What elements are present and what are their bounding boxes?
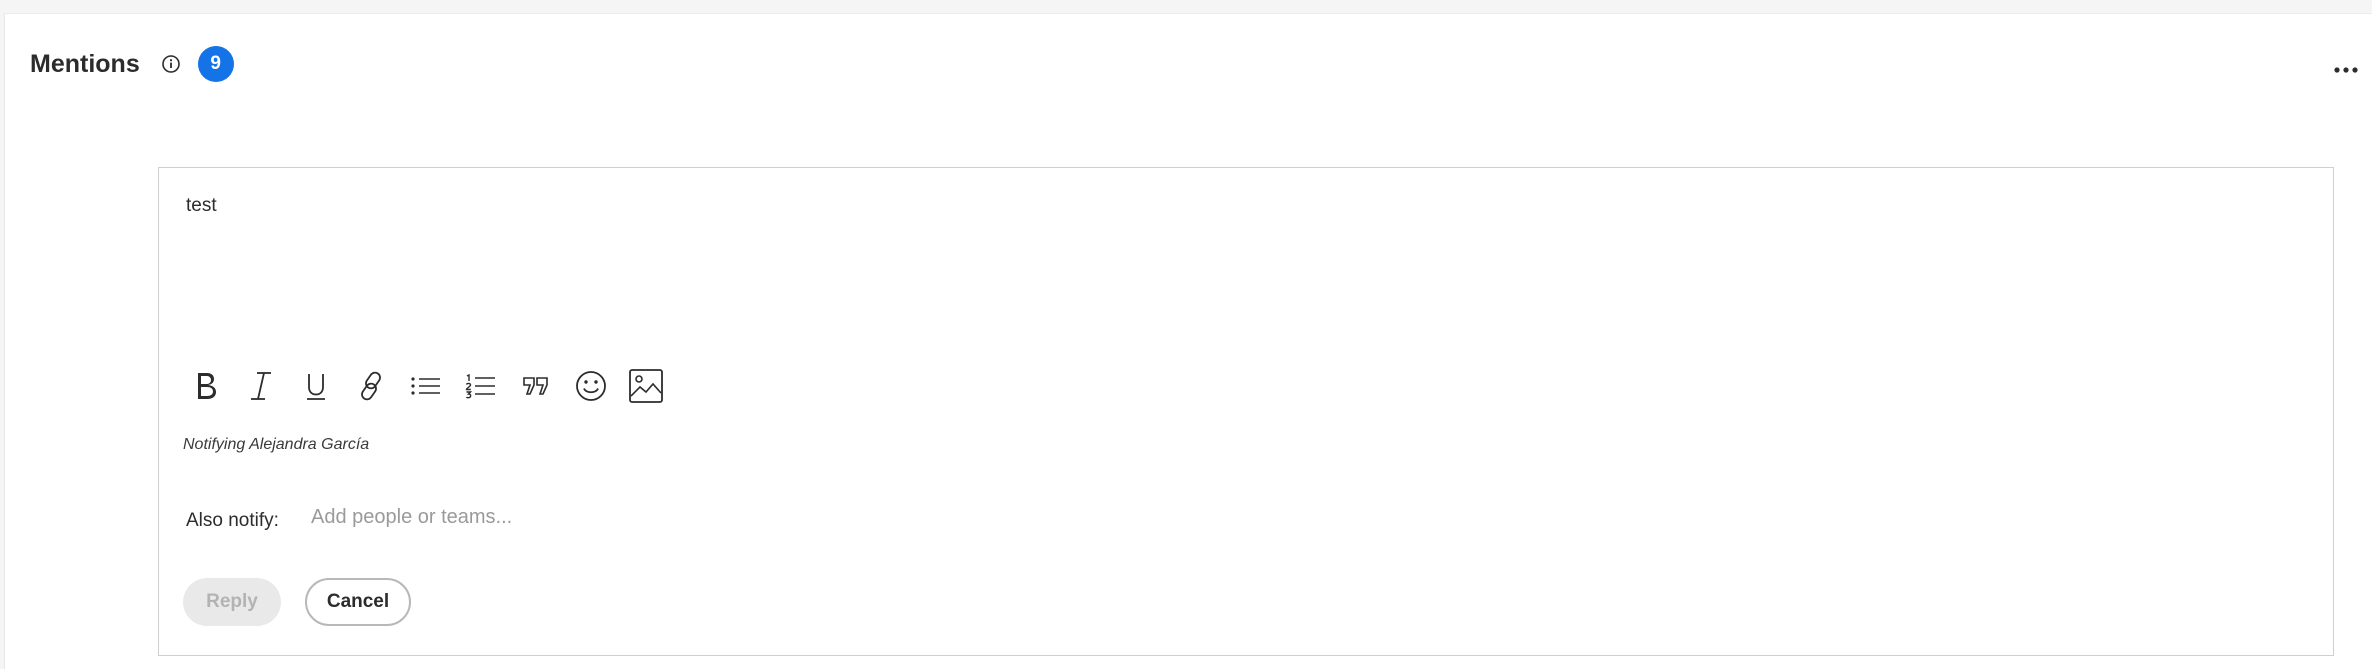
mentions-count-badge: 9 (197, 46, 234, 82)
reply-editor[interactable]: test Notifying Alejandra García Also not… (158, 167, 2334, 656)
bulleted-list-icon (411, 377, 440, 395)
cancel-button[interactable]: Cancel (305, 578, 411, 626)
also-notify-label: Also notify: (186, 510, 279, 531)
more-options-button[interactable] (2331, 58, 2361, 82)
notifying-text: Notifying Alejandra García (183, 436, 370, 453)
underline-icon (307, 374, 325, 400)
image-icon (629, 369, 663, 403)
italic-button[interactable] (240, 365, 282, 407)
formatting-toolbar (185, 363, 680, 409)
quote-button[interactable] (515, 365, 557, 407)
panel-title: Mentions (30, 49, 140, 78)
bold-button[interactable] (185, 365, 227, 407)
mentions-panel: Mentions 9 test Notifying Alejandra Garc… (4, 13, 2372, 669)
italic-icon (251, 372, 271, 400)
panel-header: Mentions 9 (30, 42, 234, 86)
emoji-button[interactable] (570, 365, 612, 407)
numbered-list-button[interactable] (460, 365, 502, 407)
underline-button[interactable] (295, 365, 337, 407)
link-button[interactable] (350, 365, 392, 407)
info-icon[interactable] (160, 53, 182, 75)
bulleted-list-button[interactable] (405, 365, 447, 407)
quote-icon (523, 377, 548, 395)
emoji-icon (576, 371, 606, 401)
more-horizontal-icon (2334, 67, 2358, 73)
bold-icon (198, 373, 216, 399)
editor-content[interactable]: test (186, 195, 217, 217)
numbered-list-icon (465, 373, 495, 399)
image-button[interactable] (625, 365, 667, 407)
reply-button[interactable]: Reply (183, 578, 281, 626)
link-icon (361, 371, 381, 401)
also-notify-input[interactable] (309, 495, 913, 539)
